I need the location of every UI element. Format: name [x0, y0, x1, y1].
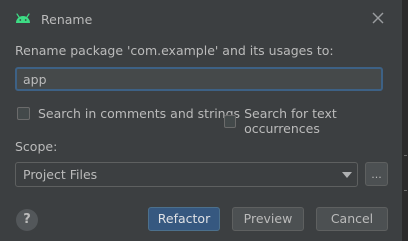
edge-marker	[404, 190, 407, 191]
android-icon	[16, 13, 30, 23]
scope-selected-value: Project Files	[23, 167, 98, 182]
search-comments-checkbox[interactable]	[17, 107, 30, 120]
background-window-edge	[402, 0, 408, 241]
help-button[interactable]: ?	[16, 209, 38, 231]
search-comments-option[interactable]: Search in comments and strings	[17, 106, 240, 121]
refactor-button[interactable]: Refactor	[148, 207, 220, 231]
chevron-down-icon	[342, 172, 352, 178]
scope-browse-button[interactable]: ...	[365, 162, 388, 186]
rename-dialog: Rename Rename package 'com.example' and …	[0, 0, 403, 241]
search-text-label: Search for text occurrences	[244, 106, 337, 136]
dialog-title: Rename	[41, 12, 93, 27]
search-text-option[interactable]: Search for text occurrences	[224, 106, 402, 136]
scope-label: Scope:	[15, 139, 58, 154]
new-name-input[interactable]	[15, 67, 383, 91]
search-text-checkbox[interactable]	[224, 114, 237, 128]
preview-button[interactable]: Preview	[232, 207, 304, 231]
scope-dropdown[interactable]: Project Files	[15, 162, 358, 187]
close-icon[interactable]	[371, 11, 385, 25]
rename-prompt-label: Rename package 'com.example' and its usa…	[15, 43, 334, 58]
title-bar: Rename	[0, 0, 402, 38]
edge-marker	[404, 155, 407, 156]
cancel-button[interactable]: Cancel	[316, 207, 388, 231]
search-comments-label: Search in comments and strings	[38, 106, 241, 121]
